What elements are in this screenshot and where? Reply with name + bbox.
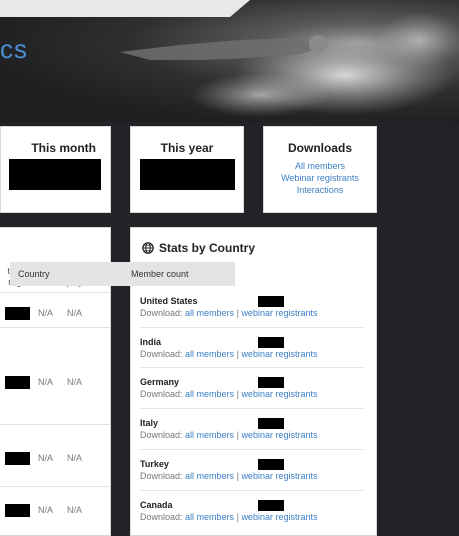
hero-banner: cs	[0, 0, 459, 122]
country-table-header: Country Member count	[10, 262, 235, 286]
country-download-links: Download: all members | webinar registra…	[140, 349, 318, 359]
all-members-link[interactable]: all members	[185, 471, 234, 481]
downloads-title: Downloads	[287, 141, 352, 155]
redacted-member-count	[258, 337, 284, 348]
country-name: Canada	[140, 500, 173, 510]
total-plays-value: N/A	[67, 505, 83, 515]
redacted-value	[5, 376, 30, 389]
country-row: Germany Download: all members | webinar …	[140, 377, 365, 399]
country-name: Germany	[140, 377, 180, 387]
total-live-value: N/A	[38, 377, 54, 387]
this-month-title: This month	[31, 141, 96, 155]
col-header-country: Country	[18, 269, 50, 279]
total-live-value: N/A	[38, 505, 54, 515]
redacted-member-count	[258, 296, 284, 307]
country-row: United States Download: all members | we…	[140, 296, 365, 318]
all-members-link[interactable]: all members	[185, 308, 234, 318]
country-row: Turkey Download: all members | webinar r…	[140, 459, 365, 481]
row-divider	[140, 449, 365, 450]
row-divider	[0, 424, 110, 425]
webinar-registrants-link[interactable]: webinar registrants	[241, 389, 317, 399]
this-month-card: This month	[0, 126, 111, 213]
all-members-link[interactable]: all members	[185, 430, 234, 440]
all-members-link[interactable]: all members	[185, 512, 234, 522]
redacted-value	[5, 504, 30, 517]
row-divider	[140, 408, 365, 409]
download-interactions-link[interactable]: Interactions	[264, 184, 376, 196]
country-download-links: Download: all members | webinar registra…	[140, 512, 318, 522]
country-row: India Download: all members | webinar re…	[140, 337, 365, 359]
row-divider	[0, 486, 110, 487]
row-divider	[140, 490, 365, 491]
redacted-value	[5, 452, 30, 465]
total-live-value: N/A	[38, 308, 54, 318]
redacted-value	[5, 307, 30, 320]
country-row: Canada Download: all members | webinar r…	[140, 500, 365, 522]
total-live-value: N/A	[38, 453, 54, 463]
all-members-link[interactable]: all members	[185, 389, 234, 399]
swimmer-splash-image	[120, 12, 459, 117]
redacted-member-count	[258, 418, 284, 429]
webinar-registrants-link[interactable]: webinar registrants	[241, 471, 317, 481]
country-download-links: Download: all members | webinar registra…	[140, 389, 318, 399]
country-name: Turkey	[140, 459, 169, 469]
redacted-value	[9, 159, 101, 190]
redacted-member-count	[258, 500, 284, 511]
redacted-value	[140, 159, 235, 190]
col-header-member-count: Member count	[131, 269, 189, 279]
total-plays-value: N/A	[67, 377, 83, 387]
country-row: Italy Download: all members | webinar re…	[140, 418, 365, 440]
total-plays-value: N/A	[67, 453, 83, 463]
country-download-links: Download: all members | webinar registra…	[140, 471, 318, 481]
this-year-card: This year	[130, 126, 244, 213]
webinar-registrants-link[interactable]: webinar registrants	[241, 512, 317, 522]
total-plays-value: N/A	[67, 308, 83, 318]
row-divider	[0, 327, 110, 328]
country-name: Italy	[140, 418, 159, 428]
row-divider	[140, 327, 365, 328]
this-year-title: This year	[160, 141, 214, 155]
downloads-card: Downloads All members Webinar registrant…	[263, 126, 377, 213]
country-name: United States	[140, 296, 198, 306]
row-divider	[0, 292, 110, 293]
webinar-registrants-link[interactable]: webinar registrants	[241, 349, 317, 359]
webinar-registrants-link[interactable]: webinar registrants	[241, 308, 317, 318]
redacted-member-count	[258, 377, 284, 388]
country-name: India	[140, 337, 162, 347]
all-members-link[interactable]: all members	[185, 349, 234, 359]
download-webinar-registrants-link[interactable]: Webinar registrants	[264, 172, 376, 184]
download-all-members-link[interactable]: All members	[264, 160, 376, 172]
redacted-member-count	[258, 459, 284, 470]
globe-icon	[142, 242, 154, 254]
webinar-registrants-link[interactable]: webinar registrants	[241, 430, 317, 440]
country-download-links: Download: all members | webinar registra…	[140, 308, 318, 318]
country-download-links: Download: all members | webinar registra…	[140, 430, 318, 440]
page-title: cs	[0, 34, 28, 64]
stats-by-country-title: Stats by Country	[159, 241, 256, 255]
row-divider	[140, 367, 365, 368]
